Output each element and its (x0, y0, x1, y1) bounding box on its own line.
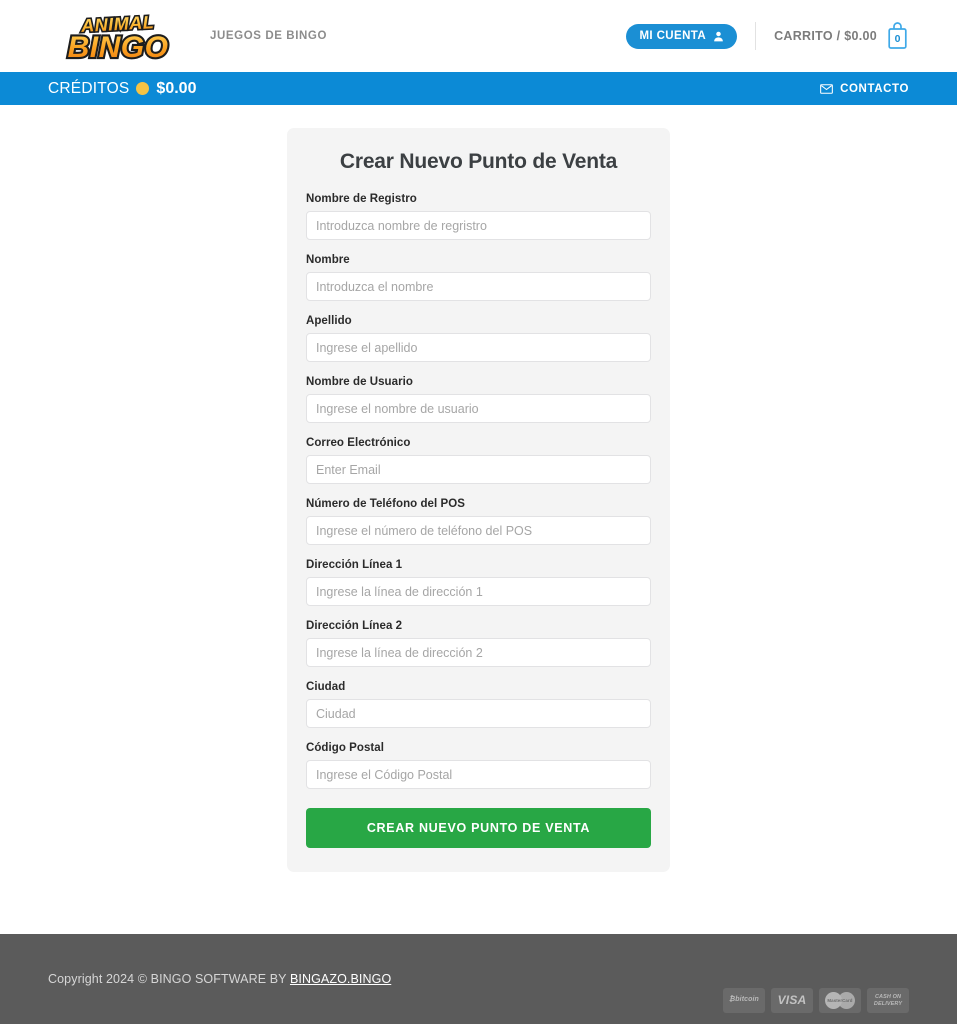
form-field: Código Postal (306, 742, 651, 789)
envelope-icon (820, 83, 833, 94)
field-input[interactable] (306, 272, 651, 301)
page-root: ANIMAL BINGO JUEGOS DE BINGO MI CUENTA C… (0, 0, 957, 1024)
main-content: Crear Nuevo Punto de Venta Nombre de Reg… (0, 105, 957, 934)
my-account-button[interactable]: MI CUENTA (626, 23, 738, 49)
field-label: Número de Teléfono del POS (306, 498, 465, 510)
site-tagline: JUEGOS DE BINGO (210, 30, 327, 42)
brand-block: ANIMAL BINGO JUEGOS DE BINGO (48, 6, 327, 66)
mastercard-label: MasterCard (827, 997, 853, 1003)
field-input[interactable] (306, 333, 651, 362)
contact-link[interactable]: CONTACTO (820, 83, 909, 95)
bitcoin-icon: ₿bitcoin (723, 988, 765, 1013)
payment-methods: ₿bitcoin VISA MasterCard CASH ON DELIVER… (723, 988, 909, 1024)
credits-bar: CRÉDITOS $0.00 CONTACTO (0, 72, 957, 105)
create-pos-form-card: Crear Nuevo Punto de Venta Nombre de Reg… (287, 128, 670, 872)
field-input[interactable] (306, 638, 651, 667)
create-pos-submit-button[interactable]: CREAR NUEVO PUNTO DE VENTA (306, 808, 651, 848)
form-field: Número de Teléfono del POS (306, 498, 651, 545)
field-label: Ciudad (306, 681, 346, 693)
field-input[interactable] (306, 394, 651, 423)
site-header: ANIMAL BINGO JUEGOS DE BINGO MI CUENTA C… (0, 0, 957, 72)
mastercard-icon: MasterCard (819, 988, 861, 1013)
cart-link[interactable]: CARRITO / $0.00 0 (774, 21, 909, 51)
field-label: Dirección Línea 2 (306, 620, 403, 632)
field-input[interactable] (306, 577, 651, 606)
form-field: Dirección Línea 2 (306, 620, 651, 667)
page-title: Crear Nuevo Punto de Venta (339, 150, 618, 173)
field-label: Correo Electrónico (306, 437, 411, 449)
field-label: Nombre (306, 254, 350, 266)
form-field: Correo Electrónico (306, 437, 651, 484)
form-field: Ciudad (306, 681, 651, 728)
copyright-text: Copyright 2024 © BINGO SOFTWARE BY BINGA… (48, 972, 391, 986)
user-icon (713, 31, 724, 42)
field-label: Nombre de Registro (306, 193, 417, 205)
form-fields: Nombre de Registro Nombre Apellido Nombre d… (306, 193, 651, 789)
field-label: Nombre de Usuario (306, 376, 413, 388)
form-field: Nombre de Registro (306, 193, 651, 240)
credits-label: CRÉDITOS (48, 79, 130, 97)
form-field: Nombre (306, 254, 651, 301)
field-label: Apellido (306, 315, 352, 327)
header-actions: MI CUENTA CARRITO / $0.00 0 (626, 21, 909, 51)
copyright-prefix: Copyright 2024 © BINGO SOFTWARE BY (48, 972, 290, 986)
cart-count: 0 (894, 32, 901, 45)
field-input[interactable] (306, 455, 651, 484)
field-input[interactable] (306, 211, 651, 240)
form-field: Apellido (306, 315, 651, 362)
field-label: Dirección Línea 1 (306, 559, 403, 571)
credits-display: CRÉDITOS $0.00 (48, 80, 196, 98)
form-field: Dirección Línea 1 (306, 559, 651, 606)
visa-icon: VISA (771, 988, 813, 1013)
bingazo-link[interactable]: BINGAZO.BINGO (290, 972, 391, 986)
field-input[interactable] (306, 760, 651, 789)
site-footer: Copyright 2024 © BINGO SOFTWARE BY BINGA… (0, 934, 957, 1024)
header-divider (755, 22, 757, 50)
field-input[interactable] (306, 699, 651, 728)
my-account-label: MI CUENTA (639, 30, 707, 42)
field-label: Código Postal (306, 742, 384, 754)
cart-bag-icon: 0 (886, 21, 909, 51)
cash-on-delivery-icon: CASH ON DELIVERY (867, 988, 909, 1013)
cart-label: CARRITO / $0.00 (774, 29, 877, 43)
contact-label: CONTACTO (840, 82, 909, 95)
credits-amount: $0.00 (156, 79, 197, 97)
form-field: Nombre de Usuario (306, 376, 651, 423)
svg-text:BINGO: BINGO (68, 31, 169, 64)
coin-icon (136, 82, 150, 95)
field-input[interactable] (306, 516, 651, 545)
site-logo[interactable]: ANIMAL BINGO (48, 6, 188, 66)
